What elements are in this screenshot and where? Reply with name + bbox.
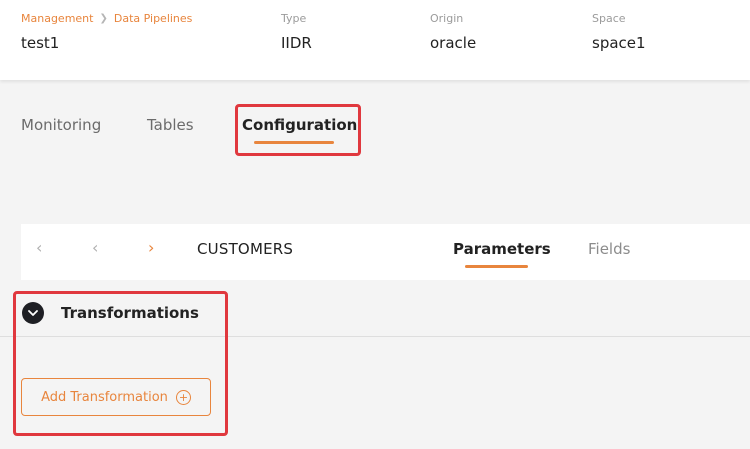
pipeline-title: test1 [21, 34, 60, 52]
origin-label: Origin [430, 12, 464, 25]
highlight-box-transformations [13, 291, 228, 436]
breadcrumb-data-pipelines[interactable]: Data Pipelines [114, 12, 193, 25]
highlight-box-configuration [235, 104, 361, 156]
type-value: IIDR [281, 34, 312, 52]
chevron-left-icon[interactable]: ‹ [92, 238, 98, 257]
table-navigation-bar [21, 224, 750, 280]
tab-tables[interactable]: Tables [147, 116, 194, 134]
chevron-right-icon[interactable]: › [148, 238, 154, 257]
space-value: space1 [592, 34, 646, 52]
origin-value: oracle [430, 34, 477, 52]
tab-monitoring[interactable]: Monitoring [21, 116, 101, 134]
chevron-left-icon[interactable]: ‹ [36, 238, 42, 257]
breadcrumb-separator-icon: ❯ [99, 13, 108, 24]
active-subtab-indicator [465, 265, 528, 268]
type-label: Type [281, 12, 307, 25]
breadcrumb-management[interactable]: Management [21, 12, 93, 25]
breadcrumb: Management ❯ Data Pipelines [21, 12, 192, 25]
subtab-parameters[interactable]: Parameters [453, 240, 551, 258]
subtab-fields[interactable]: Fields [588, 240, 630, 258]
space-label: Space [592, 12, 626, 25]
table-name: CUSTOMERS [197, 240, 294, 258]
pipeline-header: Management ❯ Data Pipelines test1 Type I… [0, 0, 750, 80]
